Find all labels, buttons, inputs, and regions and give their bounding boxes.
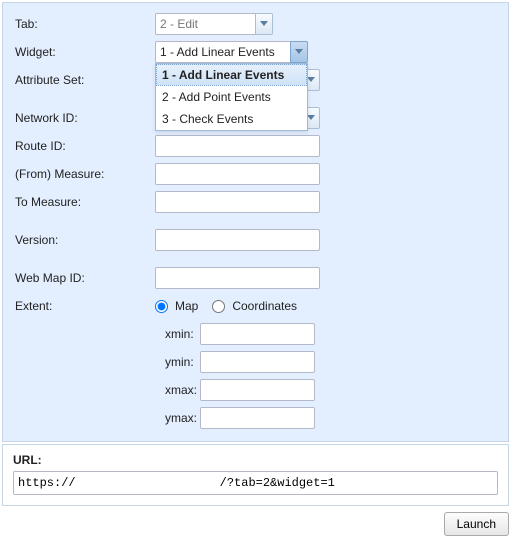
label-ymax: ymax: [155, 411, 200, 425]
row-ymin: ymin: [155, 351, 496, 373]
radio-coords-label[interactable]: Coordinates [232, 299, 297, 313]
row-extent: Extent: Map Coordinates [15, 295, 496, 317]
row-xmin: xmin: [155, 323, 496, 345]
launch-row: Launch [2, 512, 511, 536]
extent-radio-group: Map Coordinates [155, 299, 307, 313]
row-version: Version: [15, 229, 496, 251]
chevron-down-icon [307, 77, 315, 83]
row-from-measure: (From) Measure: [15, 163, 496, 185]
radio-map-label[interactable]: Map [175, 299, 198, 313]
url-panel: URL: [2, 444, 509, 506]
label-widget: Widget: [15, 45, 155, 59]
xmax-input[interactable] [200, 379, 315, 401]
row-route-id: Route ID: [15, 135, 496, 157]
widget-option-1[interactable]: 1 - Add Linear Events [156, 64, 307, 86]
chevron-down-icon [307, 115, 315, 121]
label-route-id: Route ID: [15, 139, 155, 153]
form-panel: Tab: Widget: 1 - Add Linear Events 2 - A… [2, 2, 509, 442]
row-ymax: ymax: [155, 407, 496, 429]
xmin-input[interactable] [200, 323, 315, 345]
route-id-input[interactable] [155, 135, 320, 157]
row-widget: Widget: 1 - Add Linear Events 2 - Add Po… [15, 41, 496, 63]
tab-trigger[interactable] [255, 13, 273, 35]
chevron-down-icon [295, 49, 303, 55]
label-extent: Extent: [15, 299, 155, 313]
label-version: Version: [15, 233, 155, 247]
web-map-id-input[interactable] [155, 267, 320, 289]
label-tab: Tab: [15, 17, 155, 31]
row-xmax: xmax: [155, 379, 496, 401]
widget-input[interactable] [155, 41, 290, 63]
row-web-map-id: Web Map ID: [15, 267, 496, 289]
combo-widget[interactable]: 1 - Add Linear Events 2 - Add Point Even… [155, 41, 308, 63]
label-xmax: xmax: [155, 383, 200, 397]
launch-button[interactable]: Launch [444, 512, 509, 536]
label-from-measure: (From) Measure: [15, 167, 155, 181]
version-input[interactable] [155, 229, 320, 251]
label-to-measure: To Measure: [15, 195, 155, 209]
radio-map[interactable] [155, 300, 168, 313]
label-xmin: xmin: [155, 327, 200, 341]
label-attribute-set: Attribute Set: [15, 73, 155, 87]
widget-option-2[interactable]: 2 - Add Point Events [156, 86, 307, 108]
to-measure-input[interactable] [155, 191, 320, 213]
row-tab: Tab: [15, 13, 496, 35]
ymin-input[interactable] [200, 351, 315, 373]
combo-tab[interactable] [155, 13, 273, 35]
from-measure-input[interactable] [155, 163, 320, 185]
label-web-map-id: Web Map ID: [15, 271, 155, 285]
label-ymin: ymin: [155, 355, 200, 369]
radio-coordinates[interactable] [212, 300, 225, 313]
widget-dropdown: 1 - Add Linear Events 2 - Add Point Even… [155, 63, 308, 131]
row-to-measure: To Measure: [15, 191, 496, 213]
widget-trigger[interactable] [290, 41, 308, 63]
label-url: URL: [13, 453, 498, 467]
label-network-id: Network ID: [15, 111, 155, 125]
url-input[interactable] [13, 471, 498, 495]
widget-option-3[interactable]: 3 - Check Events [156, 108, 307, 130]
ymax-input[interactable] [200, 407, 315, 429]
tab-input[interactable] [155, 13, 255, 35]
chevron-down-icon [260, 21, 268, 27]
